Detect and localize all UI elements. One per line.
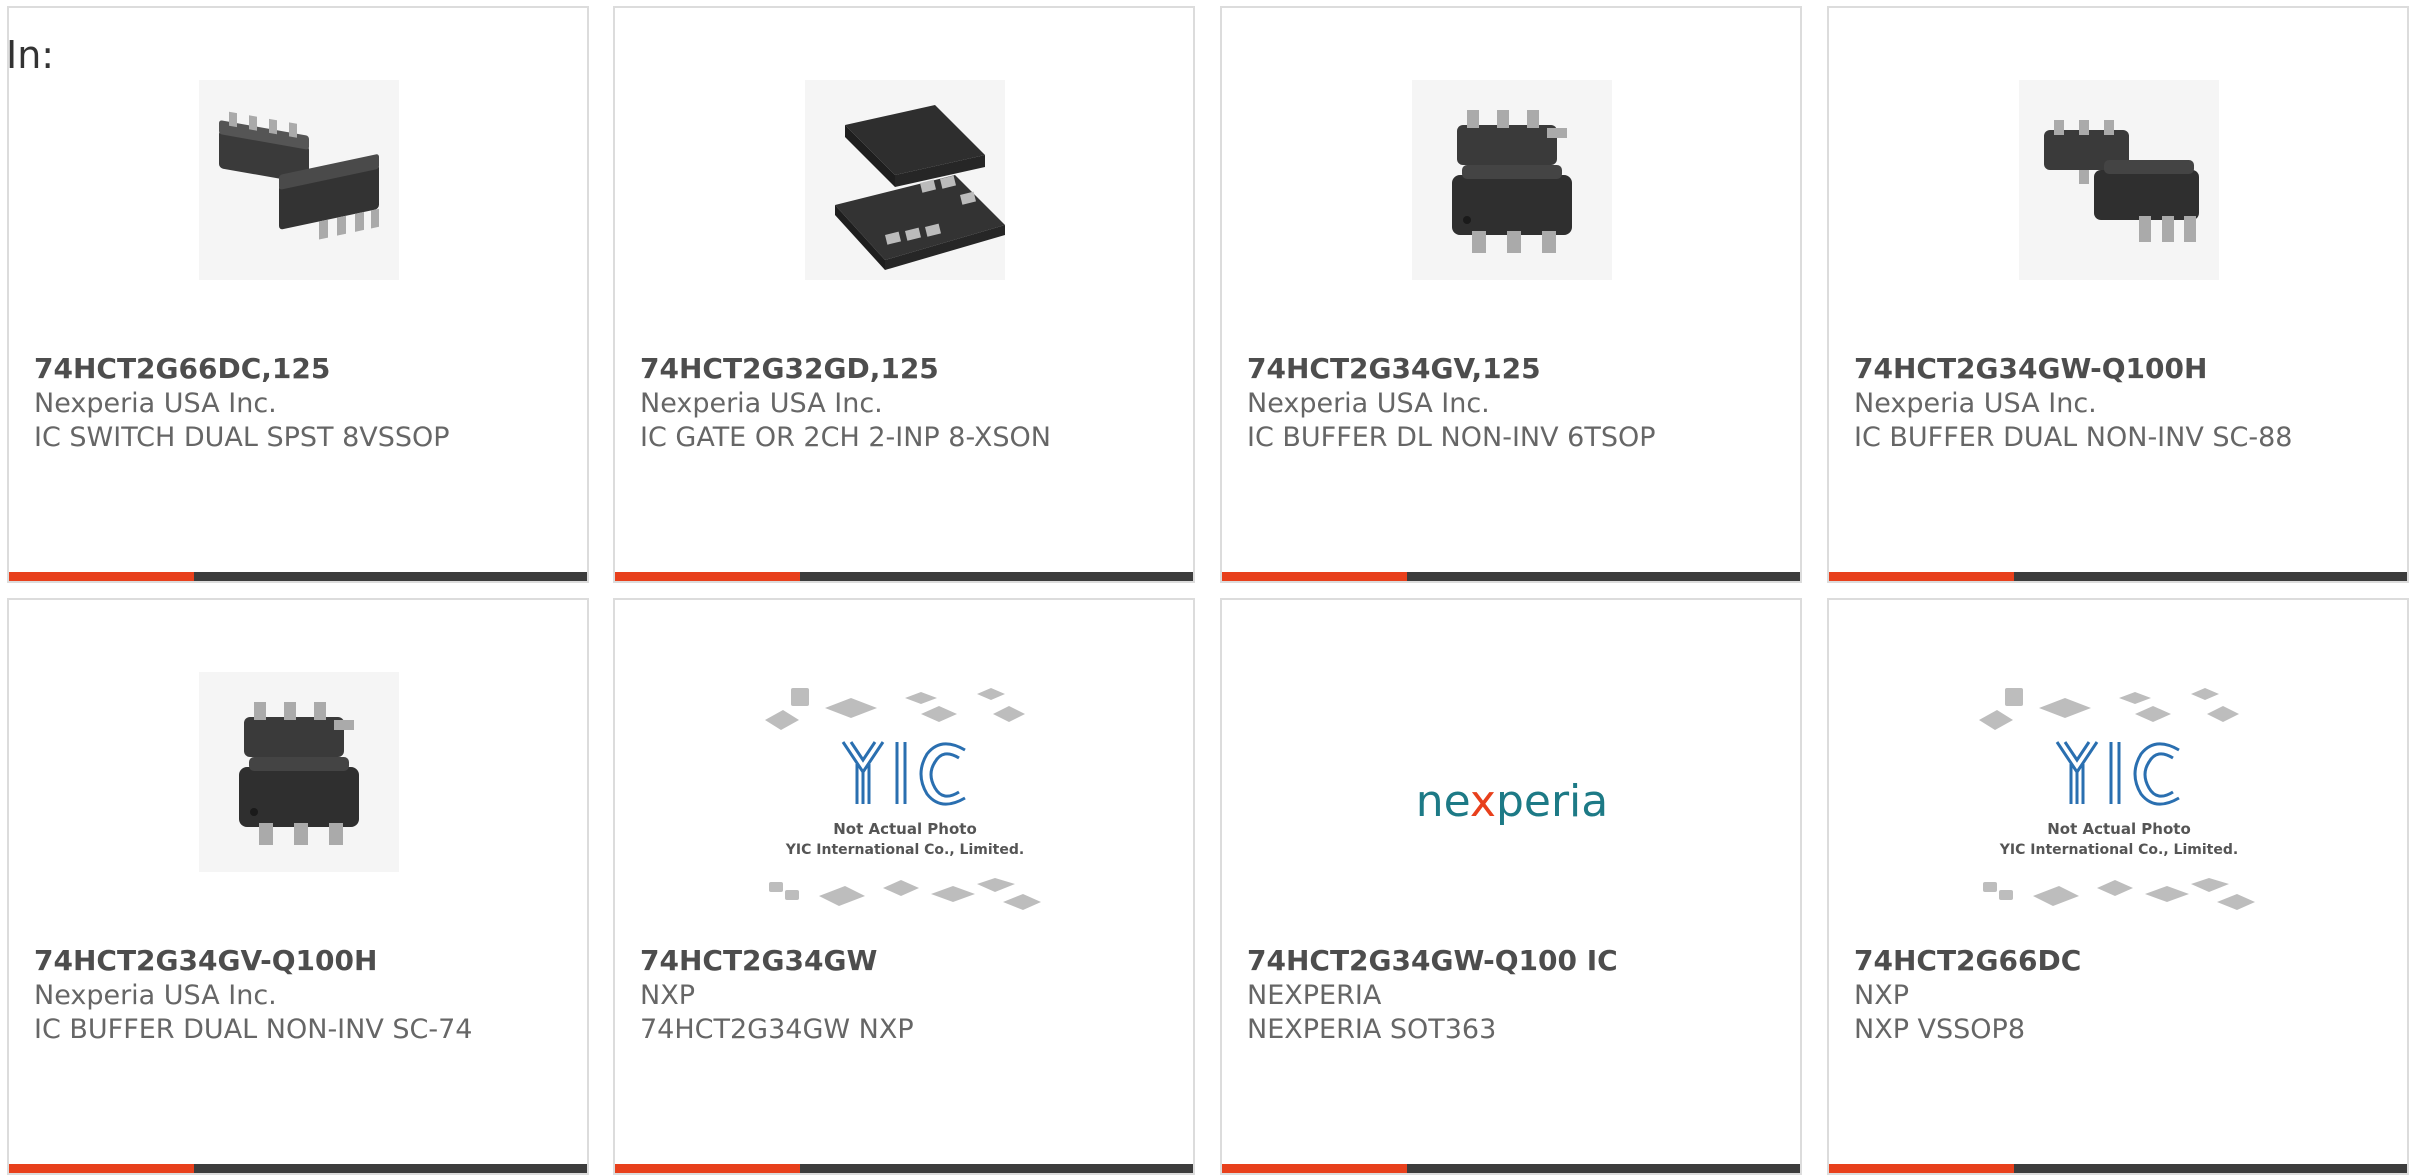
placeholder-caption: Not Actual Photo	[2047, 820, 2191, 838]
card-bottom-bar	[1222, 1164, 1800, 1173]
product-image[interactable]: Not Actual Photo YIC International Co., …	[1969, 684, 2269, 924]
product-card[interactable]: Not Actual Photo YIC International Co., …	[1827, 598, 2409, 1175]
card-accent-bar	[9, 1164, 194, 1173]
description: NXP VSSOP8	[1854, 1014, 2026, 1045]
ic-sc74-icon	[239, 702, 359, 845]
product-image[interactable]	[1412, 80, 1612, 280]
product-image[interactable]	[199, 672, 399, 872]
placeholder-caption: Not Actual Photo	[833, 820, 977, 838]
part-number[interactable]: 74HCT2G34GW	[640, 944, 877, 977]
in-label: In:	[6, 33, 55, 77]
ic-8vssop-icon	[219, 111, 379, 240]
part-number[interactable]: 74HCT2G32GD,125	[640, 352, 939, 385]
product-image[interactable]	[199, 80, 399, 280]
nexperia-logo-icon: nexperia	[1416, 776, 1609, 827]
product-card[interactable]: nexperia 74HCT2G34GW-Q100 IC NEXPERIA NE…	[1220, 598, 1802, 1175]
description: IC BUFFER DUAL NON-INV SC-74	[34, 1014, 473, 1045]
part-number[interactable]: 74HCT2G34GW-Q100H	[1854, 352, 2207, 385]
yic-placeholder-icon: Not Actual Photo YIC International Co., …	[1979, 688, 2255, 910]
product-image[interactable]	[2019, 80, 2219, 280]
card-accent-bar	[1829, 1164, 2014, 1173]
manufacturer: NXP	[640, 980, 695, 1011]
ic-xson-icon	[835, 105, 1005, 270]
card-accent-bar	[9, 572, 194, 581]
manufacturer: Nexperia USA Inc.	[34, 388, 277, 419]
product-card[interactable]: 74HCT2G34GV,125 Nexperia USA Inc. IC BUF…	[1220, 6, 1802, 583]
card-bottom-bar	[1222, 572, 1800, 581]
yic-placeholder-icon: Not Actual Photo YIC International Co., …	[765, 688, 1041, 910]
manufacturer: Nexperia USA Inc.	[1247, 388, 1490, 419]
part-number[interactable]: 74HCT2G66DC	[1854, 944, 2081, 977]
card-accent-bar	[615, 1164, 800, 1173]
ic-sc88-icon	[2044, 120, 2199, 242]
part-number[interactable]: 74HCT2G34GV,125	[1247, 352, 1541, 385]
description: IC GATE OR 2CH 2-INP 8-XSON	[640, 422, 1051, 453]
card-bottom-bar	[615, 1164, 1193, 1173]
card-bottom-bar	[9, 572, 587, 581]
description: IC SWITCH DUAL SPST 8VSSOP	[34, 422, 450, 453]
card-bottom-bar	[9, 1164, 587, 1173]
part-number[interactable]: 74HCT2G34GW-Q100 IC	[1247, 944, 1618, 977]
product-image[interactable]: Not Actual Photo YIC International Co., …	[755, 684, 1055, 924]
manufacturer: Nexperia USA Inc.	[34, 980, 277, 1011]
ic-6tsop-icon	[1452, 110, 1572, 253]
product-card[interactable]: 74HCT2G34GW-Q100H Nexperia USA Inc. IC B…	[1827, 6, 2409, 583]
placeholder-caption: YIC International Co., Limited.	[1999, 842, 2238, 858]
product-card[interactable]: 74HCT2G66DC,125 Nexperia USA Inc. IC SWI…	[7, 6, 589, 583]
description: NEXPERIA SOT363	[1247, 1014, 1497, 1045]
description: 74HCT2G34GW NXP	[640, 1014, 914, 1045]
card-accent-bar	[615, 572, 800, 581]
part-number[interactable]: 74HCT2G66DC,125	[34, 352, 330, 385]
description: IC BUFFER DUAL NON-INV SC-88	[1854, 422, 2293, 453]
card-bottom-bar	[615, 572, 1193, 581]
part-number[interactable]: 74HCT2G34GV-Q100H	[34, 944, 377, 977]
manufacturer: Nexperia USA Inc.	[640, 388, 883, 419]
card-accent-bar	[1222, 572, 1407, 581]
product-image[interactable]: nexperia	[1362, 684, 1662, 924]
product-image[interactable]	[805, 80, 1005, 280]
product-card[interactable]: Not Actual Photo YIC International Co., …	[613, 598, 1195, 1175]
nexperia-logo-text: nexperia	[1416, 776, 1609, 827]
card-bottom-bar	[1829, 572, 2407, 581]
manufacturer: NEXPERIA	[1247, 980, 1382, 1011]
card-bottom-bar	[1829, 1164, 2407, 1173]
card-accent-bar	[1829, 572, 2014, 581]
manufacturer: Nexperia USA Inc.	[1854, 388, 2097, 419]
manufacturer: NXP	[1854, 980, 1909, 1011]
placeholder-caption: YIC International Co., Limited.	[785, 842, 1024, 858]
card-accent-bar	[1222, 1164, 1407, 1173]
product-card[interactable]: 74HCT2G34GV-Q100H Nexperia USA Inc. IC B…	[7, 598, 589, 1175]
product-card[interactable]: 74HCT2G32GD,125 Nexperia USA Inc. IC GAT…	[613, 6, 1195, 583]
description: IC BUFFER DL NON-INV 6TSOP	[1247, 422, 1656, 453]
